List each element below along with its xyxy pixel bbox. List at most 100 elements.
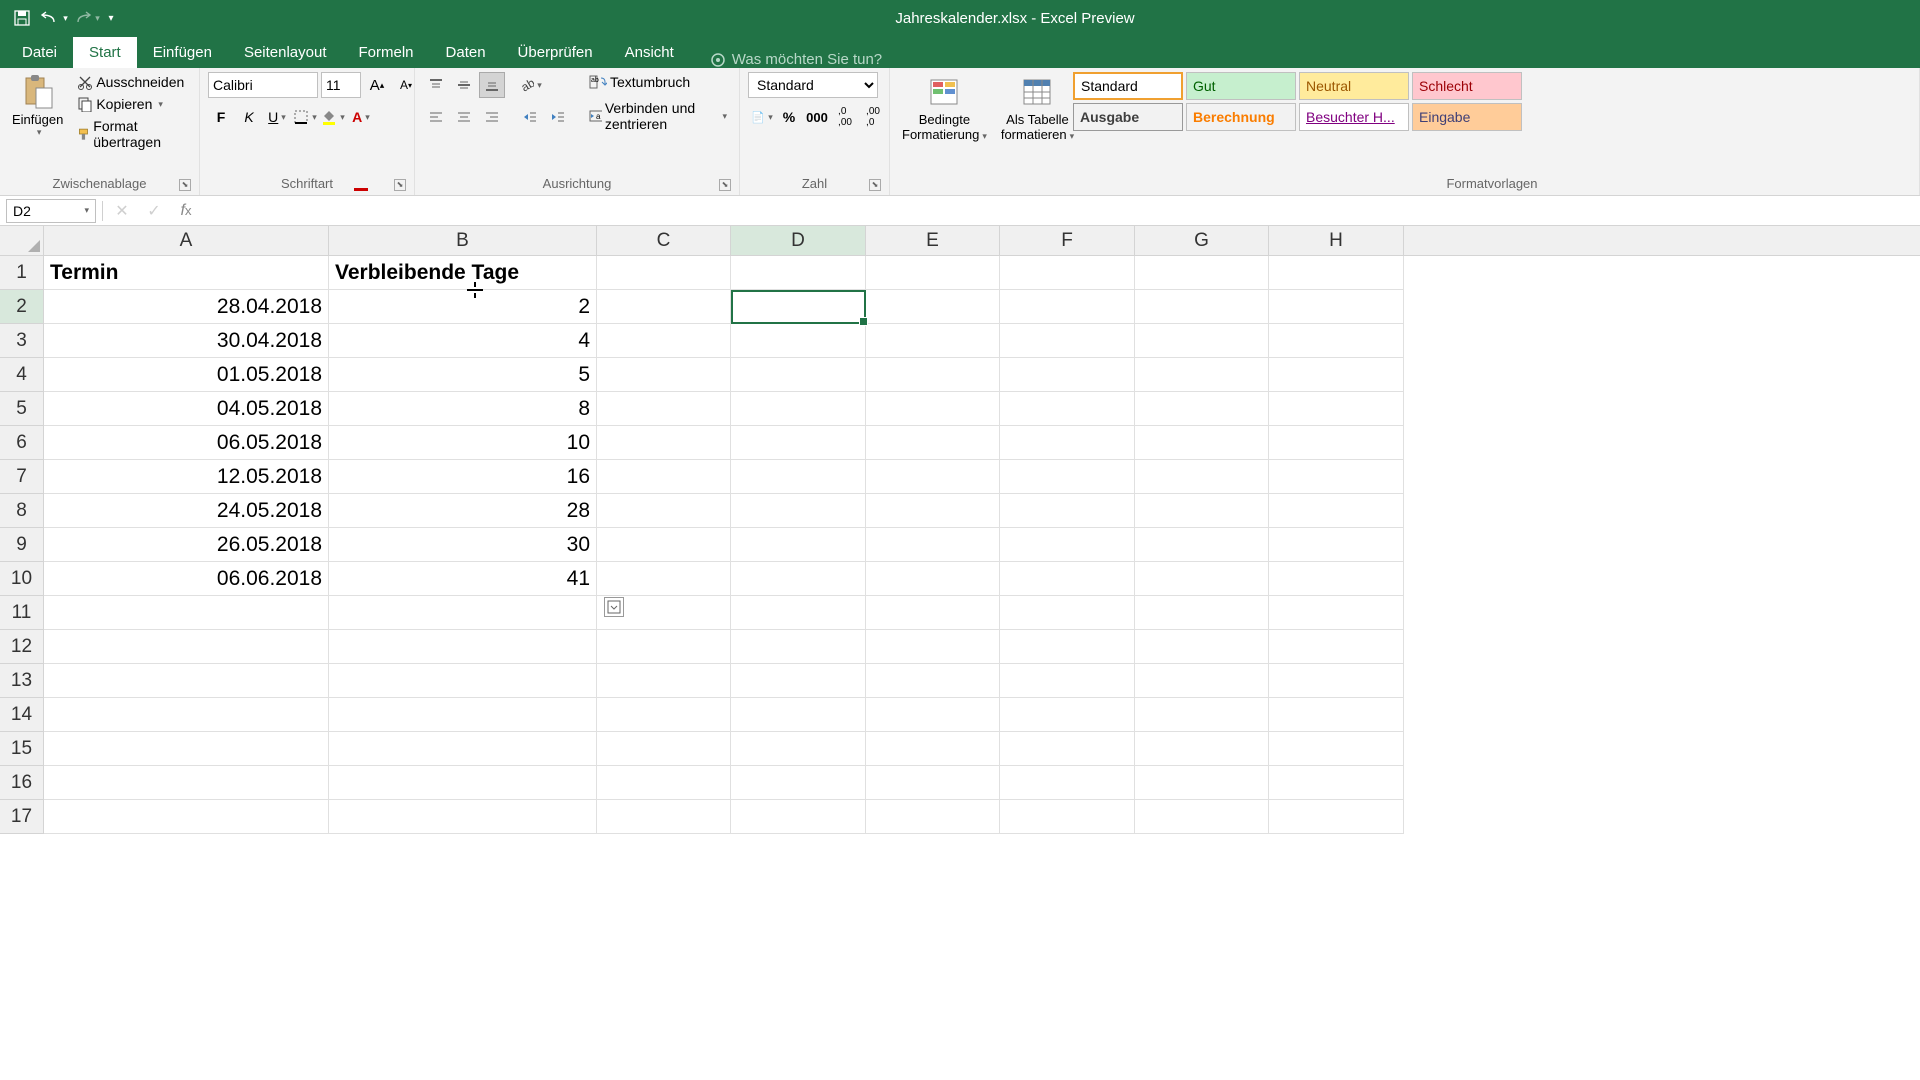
cell-H8[interactable] — [1269, 494, 1404, 528]
cell-F15[interactable] — [1000, 732, 1135, 766]
cell-D10[interactable] — [731, 562, 866, 596]
cell-F17[interactable] — [1000, 800, 1135, 834]
row-header-14[interactable]: 14 — [0, 698, 44, 732]
tab-start[interactable]: Start — [73, 37, 137, 68]
underline-button[interactable]: U▾ — [264, 104, 290, 130]
cell-B15[interactable] — [329, 732, 597, 766]
cell-B17[interactable] — [329, 800, 597, 834]
cell-A14[interactable] — [44, 698, 329, 732]
cell-style-ausgabe[interactable]: Ausgabe — [1073, 103, 1183, 131]
cell-A6[interactable]: 06.05.2018 — [44, 426, 329, 460]
cell-G3[interactable] — [1135, 324, 1269, 358]
cell-B2[interactable]: 2 — [329, 290, 597, 324]
cell-C13[interactable] — [597, 664, 731, 698]
cell-F6[interactable] — [1000, 426, 1135, 460]
bold-button[interactable]: F — [208, 104, 234, 130]
cell-F13[interactable] — [1000, 664, 1135, 698]
cell-C6[interactable] — [597, 426, 731, 460]
cell-G9[interactable] — [1135, 528, 1269, 562]
cell-G5[interactable] — [1135, 392, 1269, 426]
tab-ansicht[interactable]: Ansicht — [609, 37, 690, 68]
cell-C10[interactable] — [597, 562, 731, 596]
decrease-decimal-button[interactable]: ,00,0 — [860, 104, 886, 130]
cell-G12[interactable] — [1135, 630, 1269, 664]
cell-E1[interactable] — [866, 256, 1000, 290]
cell-E2[interactable] — [866, 290, 1000, 324]
number-format-select[interactable]: Standard — [748, 72, 878, 98]
cell-G14[interactable] — [1135, 698, 1269, 732]
cell-E14[interactable] — [866, 698, 1000, 732]
cell-E13[interactable] — [866, 664, 1000, 698]
increase-indent-button[interactable] — [545, 104, 571, 130]
cell-G17[interactable] — [1135, 800, 1269, 834]
cell-style-standard[interactable]: Standard — [1073, 72, 1183, 100]
cell-H13[interactable] — [1269, 664, 1404, 698]
cell-B6[interactable]: 10 — [329, 426, 597, 460]
row-header-6[interactable]: 6 — [0, 426, 44, 460]
cell-H16[interactable] — [1269, 766, 1404, 800]
column-header-H[interactable]: H — [1269, 226, 1404, 255]
cell-D2[interactable] — [731, 290, 866, 324]
align-top-button[interactable] — [423, 72, 449, 98]
cell-A2[interactable]: 28.04.2018 — [44, 290, 329, 324]
cell-G15[interactable] — [1135, 732, 1269, 766]
tab-daten[interactable]: Daten — [430, 37, 502, 68]
row-header-17[interactable]: 17 — [0, 800, 44, 834]
column-header-A[interactable]: A — [44, 226, 329, 255]
decrease-indent-button[interactable] — [517, 104, 543, 130]
cell-E4[interactable] — [866, 358, 1000, 392]
formula-input[interactable] — [205, 199, 1914, 223]
number-expand[interactable]: ⬊ — [869, 179, 881, 191]
cell-E3[interactable] — [866, 324, 1000, 358]
orientation-button[interactable]: ab▾ — [517, 72, 543, 98]
fill-color-button[interactable]: ▾ — [320, 104, 346, 130]
row-header-12[interactable]: 12 — [0, 630, 44, 664]
cell-G16[interactable] — [1135, 766, 1269, 800]
cancel-formula-button[interactable]: ✕ — [109, 199, 135, 223]
cell-H9[interactable] — [1269, 528, 1404, 562]
cell-B8[interactable]: 28 — [329, 494, 597, 528]
cell-style-berechnung[interactable]: Berechnung — [1186, 103, 1296, 131]
cell-F8[interactable] — [1000, 494, 1135, 528]
autofill-options-icon[interactable] — [604, 597, 624, 617]
cell-E17[interactable] — [866, 800, 1000, 834]
cell-A16[interactable] — [44, 766, 329, 800]
cell-F1[interactable] — [1000, 256, 1135, 290]
cell-B4[interactable]: 5 — [329, 358, 597, 392]
tell-me-search[interactable]: Was möchten Sie tun? — [710, 51, 882, 68]
cell-B13[interactable] — [329, 664, 597, 698]
cell-style-besuchter[interactable]: Besuchter H... — [1299, 103, 1409, 131]
cell-E5[interactable] — [866, 392, 1000, 426]
cell-E16[interactable] — [866, 766, 1000, 800]
tab-formeln[interactable]: Formeln — [343, 37, 430, 68]
cell-C7[interactable] — [597, 460, 731, 494]
redo-button[interactable]: ▾ — [72, 4, 100, 32]
accounting-format-button[interactable]: 📄▾ — [748, 104, 774, 130]
cell-H4[interactable] — [1269, 358, 1404, 392]
cell-C1[interactable] — [597, 256, 731, 290]
cell-C4[interactable] — [597, 358, 731, 392]
cell-D17[interactable] — [731, 800, 866, 834]
cell-D5[interactable] — [731, 392, 866, 426]
row-header-2[interactable]: 2 — [0, 290, 44, 324]
conditional-formatting-button[interactable]: Bedingte Formatierung▾ — [898, 72, 991, 144]
cell-H2[interactable] — [1269, 290, 1404, 324]
cell-A12[interactable] — [44, 630, 329, 664]
cell-E10[interactable] — [866, 562, 1000, 596]
tab-datei[interactable]: Datei — [6, 37, 73, 68]
cell-A13[interactable] — [44, 664, 329, 698]
cell-F4[interactable] — [1000, 358, 1135, 392]
column-header-D[interactable]: D — [731, 226, 866, 255]
cell-style-schlecht[interactable]: Schlecht — [1412, 72, 1522, 100]
row-header-8[interactable]: 8 — [0, 494, 44, 528]
column-header-C[interactable]: C — [597, 226, 731, 255]
increase-font-button[interactable]: A▴ — [364, 72, 390, 98]
percent-format-button[interactable]: % — [776, 104, 802, 130]
cell-A17[interactable] — [44, 800, 329, 834]
cell-F12[interactable] — [1000, 630, 1135, 664]
cell-G10[interactable] — [1135, 562, 1269, 596]
cell-D12[interactable] — [731, 630, 866, 664]
paste-button[interactable]: Einfügen ▾ — [8, 72, 67, 140]
cell-E7[interactable] — [866, 460, 1000, 494]
enter-formula-button[interactable]: ✓ — [141, 199, 167, 223]
